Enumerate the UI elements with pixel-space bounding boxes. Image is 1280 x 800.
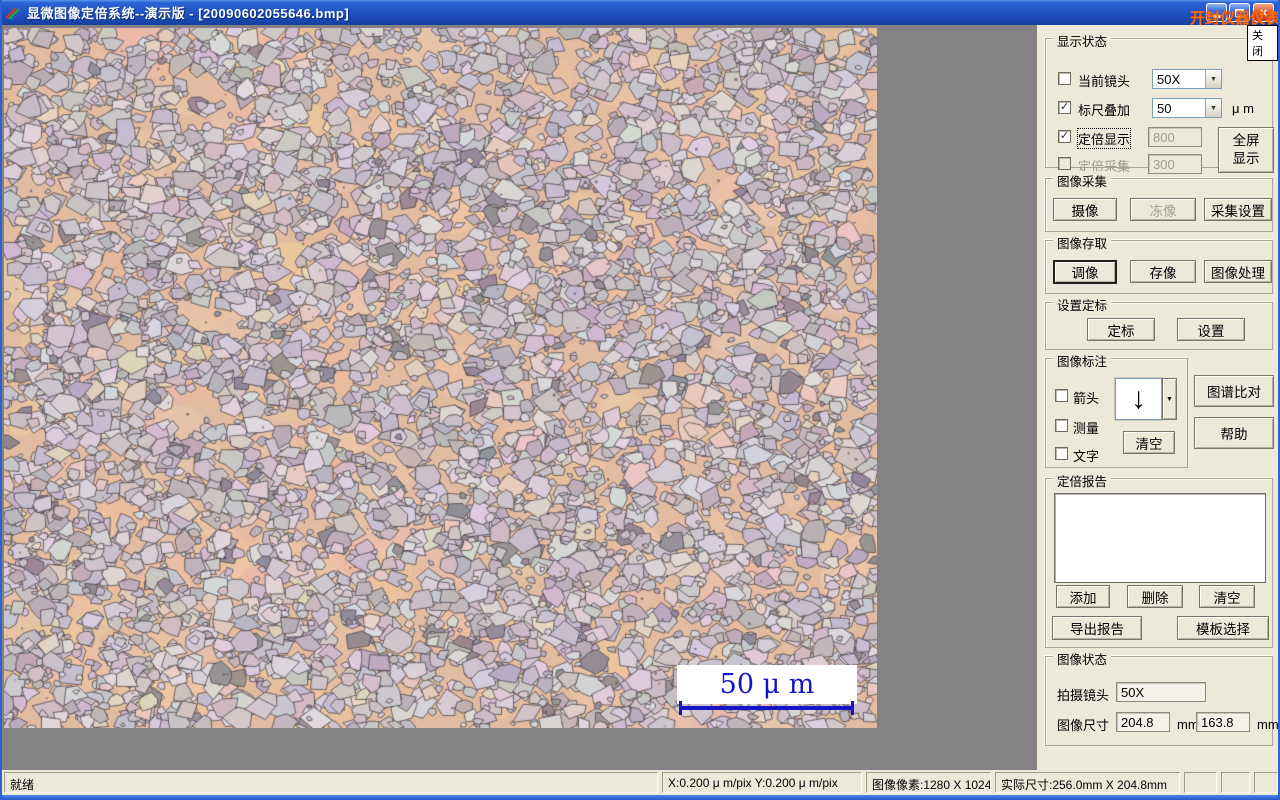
fixed-display-field: 800 xyxy=(1148,127,1202,147)
width-field: 204.8 xyxy=(1116,712,1170,732)
height-field: 163.8 xyxy=(1196,712,1250,732)
fullscreen-line1: 全屏 xyxy=(1232,132,1260,148)
group-calibration: 设置定标 定标 设置 xyxy=(1045,295,1273,350)
fullscreen-button[interactable]: 全屏 显示 xyxy=(1218,127,1274,173)
status-spare-3 xyxy=(1254,772,1278,793)
save-image-button[interactable]: 存像 xyxy=(1130,260,1196,283)
arrow-style-drop-button[interactable]: ▼ xyxy=(1162,378,1177,420)
arrow-label: 箭头 xyxy=(1073,391,1100,406)
status-image-pixels: 图像像素:1280 X 1024 xyxy=(866,772,991,793)
group-report: 定倍报告 添加 删除 清空 导出报告 模板选择 xyxy=(1045,471,1273,648)
group-image-storage: 图像存取 调像 存像 图像处理 xyxy=(1045,233,1273,294)
lens-field: 50X xyxy=(1116,682,1206,702)
calibrate-button[interactable]: 定标 xyxy=(1087,318,1155,341)
atlas-compare-button[interactable]: 图谱比对 xyxy=(1194,375,1274,407)
report-add-button[interactable]: 添加 xyxy=(1056,585,1110,608)
fixed-display-checkbox[interactable]: ✓ xyxy=(1058,130,1071,143)
status-spare-1 xyxy=(1184,772,1217,793)
group-annotation-legend: 图像标注 xyxy=(1053,351,1112,370)
lens-label: 拍摄镜头 xyxy=(1057,688,1110,703)
app-window: 显微图像定倍系统--演示版 - [20090602055646.bmp] × 开… xyxy=(0,0,1280,800)
group-display-status: 显示状态 当前镜头 50X ▼ ✓ 标尺叠加 50 ▼ μ m ✓ 定倍显示 8… xyxy=(1045,31,1274,174)
close-tooltip: 关闭 xyxy=(1247,25,1278,61)
group-image-status-legend: 图像状态 xyxy=(1053,649,1112,668)
current-lens-label: 当前镜头 xyxy=(1078,74,1131,89)
group-image-capture-legend: 图像采集 xyxy=(1053,171,1112,190)
control-panel: 显示状态 当前镜头 50X ▼ ✓ 标尺叠加 50 ▼ μ m ✓ 定倍显示 8… xyxy=(1037,25,1278,770)
window-title: 显微图像定倍系统--演示版 - [20090602055646.bmp] xyxy=(27,6,350,21)
measure-checkbox[interactable] xyxy=(1055,419,1068,432)
chevron-down-icon[interactable]: ▼ xyxy=(1205,99,1221,117)
capture-settings-button[interactable]: 采集设置 xyxy=(1204,198,1272,221)
height-unit: mm xyxy=(1257,717,1279,732)
text-checkbox[interactable] xyxy=(1055,447,1068,460)
title-bar: 显微图像定倍系统--演示版 - [20090602055646.bmp] xyxy=(2,0,1278,25)
microscope-image-view[interactable]: 50 μ m xyxy=(4,28,877,728)
ruler-value: 50 xyxy=(1157,101,1172,116)
image-process-button[interactable]: 图像处理 xyxy=(1204,260,1272,283)
group-image-storage-legend: 图像存取 xyxy=(1053,233,1112,252)
load-image-button[interactable]: 调像 xyxy=(1053,260,1117,284)
status-actual-size: 实际尺寸:256.0mm X 204.8mm xyxy=(995,772,1180,793)
measure-label: 测量 xyxy=(1073,421,1100,436)
group-image-capture: 图像采集 摄像 冻像 采集设置 xyxy=(1045,171,1273,232)
report-delete-button[interactable]: 删除 xyxy=(1127,585,1183,608)
ruler-unit: μ m xyxy=(1232,101,1254,116)
help-button[interactable]: 帮助 xyxy=(1194,417,1274,449)
export-report-button[interactable]: 导出报告 xyxy=(1052,616,1142,640)
status-spare-2 xyxy=(1221,772,1250,793)
arrow-style-preview[interactable]: ↓ xyxy=(1115,378,1162,420)
ruler-value-combo[interactable]: 50 ▼ xyxy=(1152,98,1222,118)
scale-bar-text: 50 μ m xyxy=(719,669,815,700)
micrograph-canvas xyxy=(4,28,877,728)
group-image-status: 图像状态 拍摄镜头 50X 图像尺寸 204.8 mm 163.8 mm xyxy=(1045,649,1278,746)
group-annotation: 图像标注 箭头 ↓ ▼ 测量 清空 文字 xyxy=(1045,351,1188,468)
status-pixel-scale: X:0.200 μ m/pix Y:0.200 μ m/pix xyxy=(662,772,862,793)
fixed-capture-checkbox xyxy=(1058,157,1071,170)
arrow-checkbox[interactable] xyxy=(1055,389,1068,402)
status-ready: 就绪 xyxy=(4,772,658,793)
current-lens-value: 50X xyxy=(1157,72,1181,87)
settings-button[interactable]: 设置 xyxy=(1177,318,1245,341)
group-report-legend: 定倍报告 xyxy=(1053,471,1112,490)
report-listbox[interactable] xyxy=(1054,493,1266,583)
current-lens-checkbox[interactable] xyxy=(1058,72,1071,85)
group-calibration-legend: 设置定标 xyxy=(1053,295,1112,314)
report-clear-button[interactable]: 清空 xyxy=(1199,585,1255,608)
app-icon xyxy=(5,6,22,21)
current-lens-combo[interactable]: 50X ▼ xyxy=(1152,69,1222,89)
scale-bar-line xyxy=(679,701,854,715)
scale-bar-label-box: 50 μ m xyxy=(677,665,857,704)
workspace: 50 μ m 显示状态 当前镜头 50X ▼ ✓ 标尺叠加 50 ▼ μ m ✓… xyxy=(2,25,1278,770)
group-display-status-legend: 显示状态 xyxy=(1053,31,1112,50)
status-bar: 就绪 X:0.200 μ m/pix Y:0.200 μ m/pix 图像像素:… xyxy=(2,770,1278,795)
size-label: 图像尺寸 xyxy=(1057,718,1110,733)
clear-annotation-button[interactable]: 清空 xyxy=(1123,431,1175,454)
template-select-button[interactable]: 模板选择 xyxy=(1177,616,1269,640)
window-bottom-border xyxy=(2,795,1278,800)
fullscreen-line2: 显示 xyxy=(1232,151,1260,166)
capture-button[interactable]: 摄像 xyxy=(1053,198,1117,221)
freeze-button: 冻像 xyxy=(1130,198,1196,221)
fixed-display-label: 定倍显示 xyxy=(1076,128,1132,149)
ruler-overlay-label: 标尺叠加 xyxy=(1078,103,1131,118)
text-label: 文字 xyxy=(1073,449,1100,464)
down-arrow-icon: ↓ xyxy=(1131,382,1146,415)
fixed-capture-field: 300 xyxy=(1148,154,1202,174)
chevron-down-icon[interactable]: ▼ xyxy=(1205,70,1221,88)
ruler-overlay-checkbox[interactable]: ✓ xyxy=(1058,101,1071,114)
